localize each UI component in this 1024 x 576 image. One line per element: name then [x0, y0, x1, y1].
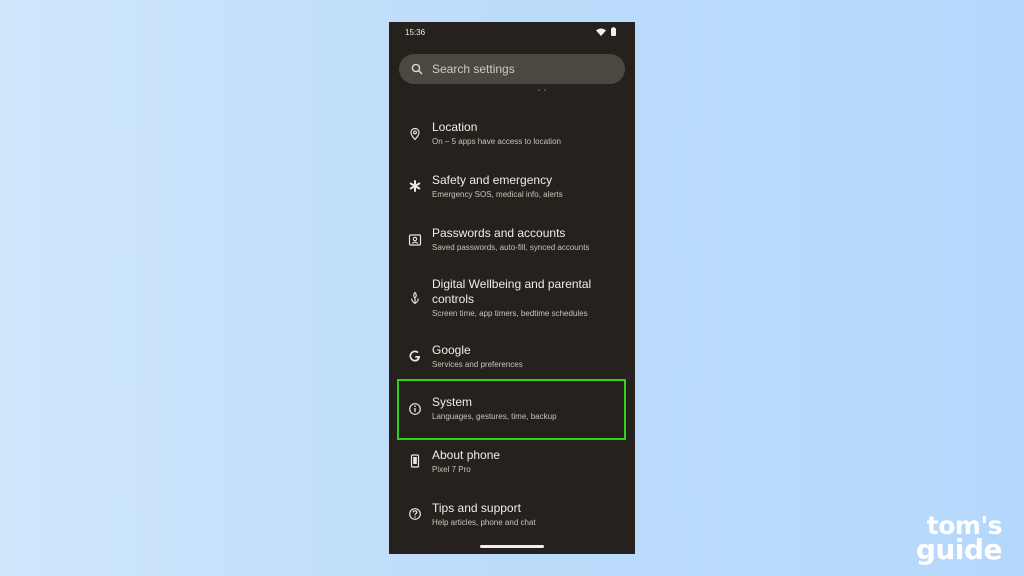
phone-screen: 15:36 Search settings Location On – 5 ap…	[389, 22, 635, 554]
settings-item-subtitle: Saved passwords, auto-fill, synced accou…	[432, 243, 590, 252]
settings-item-subtitle: Emergency SOS, medical info, alerts	[432, 190, 563, 199]
help-circle-icon	[409, 508, 421, 520]
settings-item-title: Tips and support	[432, 501, 521, 515]
scroll-hint-icon	[538, 89, 546, 91]
status-time: 15:36	[405, 28, 426, 37]
gesture-nav-bar[interactable]	[480, 545, 544, 548]
search-icon	[411, 63, 423, 75]
settings-item-title: Passwords and accounts	[432, 226, 566, 240]
search-bar[interactable]: Search settings	[399, 54, 625, 84]
settings-item-title: Google	[432, 343, 471, 357]
settings-item-subtitle: Screen time, app timers, bedtime schedul…	[432, 309, 588, 318]
settings-item-location[interactable]: Location On – 5 apps have access to loca…	[389, 117, 635, 157]
settings-item-safety[interactable]: Safety and emergency Emergency SOS, medi…	[389, 170, 635, 210]
phone-icon	[410, 454, 420, 468]
settings-item-title: Safety and emergency	[432, 173, 553, 187]
settings-item-title-line1: Digital Wellbeing and parental	[432, 277, 592, 291]
wellbeing-icon	[411, 291, 419, 304]
search-input[interactable]: Search settings	[432, 62, 515, 76]
settings-item-subtitle: On – 5 apps have access to location	[432, 137, 561, 146]
asterisk-icon	[409, 180, 421, 192]
highlight-box	[397, 379, 626, 440]
settings-item-subtitle: Services and preferences	[432, 360, 523, 369]
settings-item-passwords[interactable]: Passwords and accounts Saved passwords, …	[389, 223, 635, 263]
settings-item-tips-support[interactable]: Tips and support Help articles, phone an…	[389, 498, 635, 538]
settings-item-title-line2: controls	[432, 292, 475, 306]
status-bar: 15:36	[389, 22, 635, 44]
settings-item-title: Location	[432, 120, 478, 134]
brand-logo-line2: guide	[915, 533, 1003, 566]
account-box-icon	[408, 234, 422, 246]
brand-logo: tom's guide	[915, 513, 1003, 566]
settings-item-about-phone[interactable]: About phone Pixel 7 Pro	[389, 445, 635, 485]
settings-item-google[interactable]: Google Services and preferences	[389, 340, 635, 380]
settings-item-title: About phone	[432, 448, 501, 462]
google-g-icon	[409, 350, 420, 362]
settings-item-subtitle: Pixel 7 Pro	[432, 465, 471, 474]
wifi-battery-icons	[596, 27, 616, 36]
settings-item-subtitle: Help articles, phone and chat	[432, 518, 536, 527]
location-pin-icon	[410, 127, 420, 141]
settings-item-digital-wellbeing[interactable]: Digital Wellbeing and parental controls …	[389, 275, 635, 321]
